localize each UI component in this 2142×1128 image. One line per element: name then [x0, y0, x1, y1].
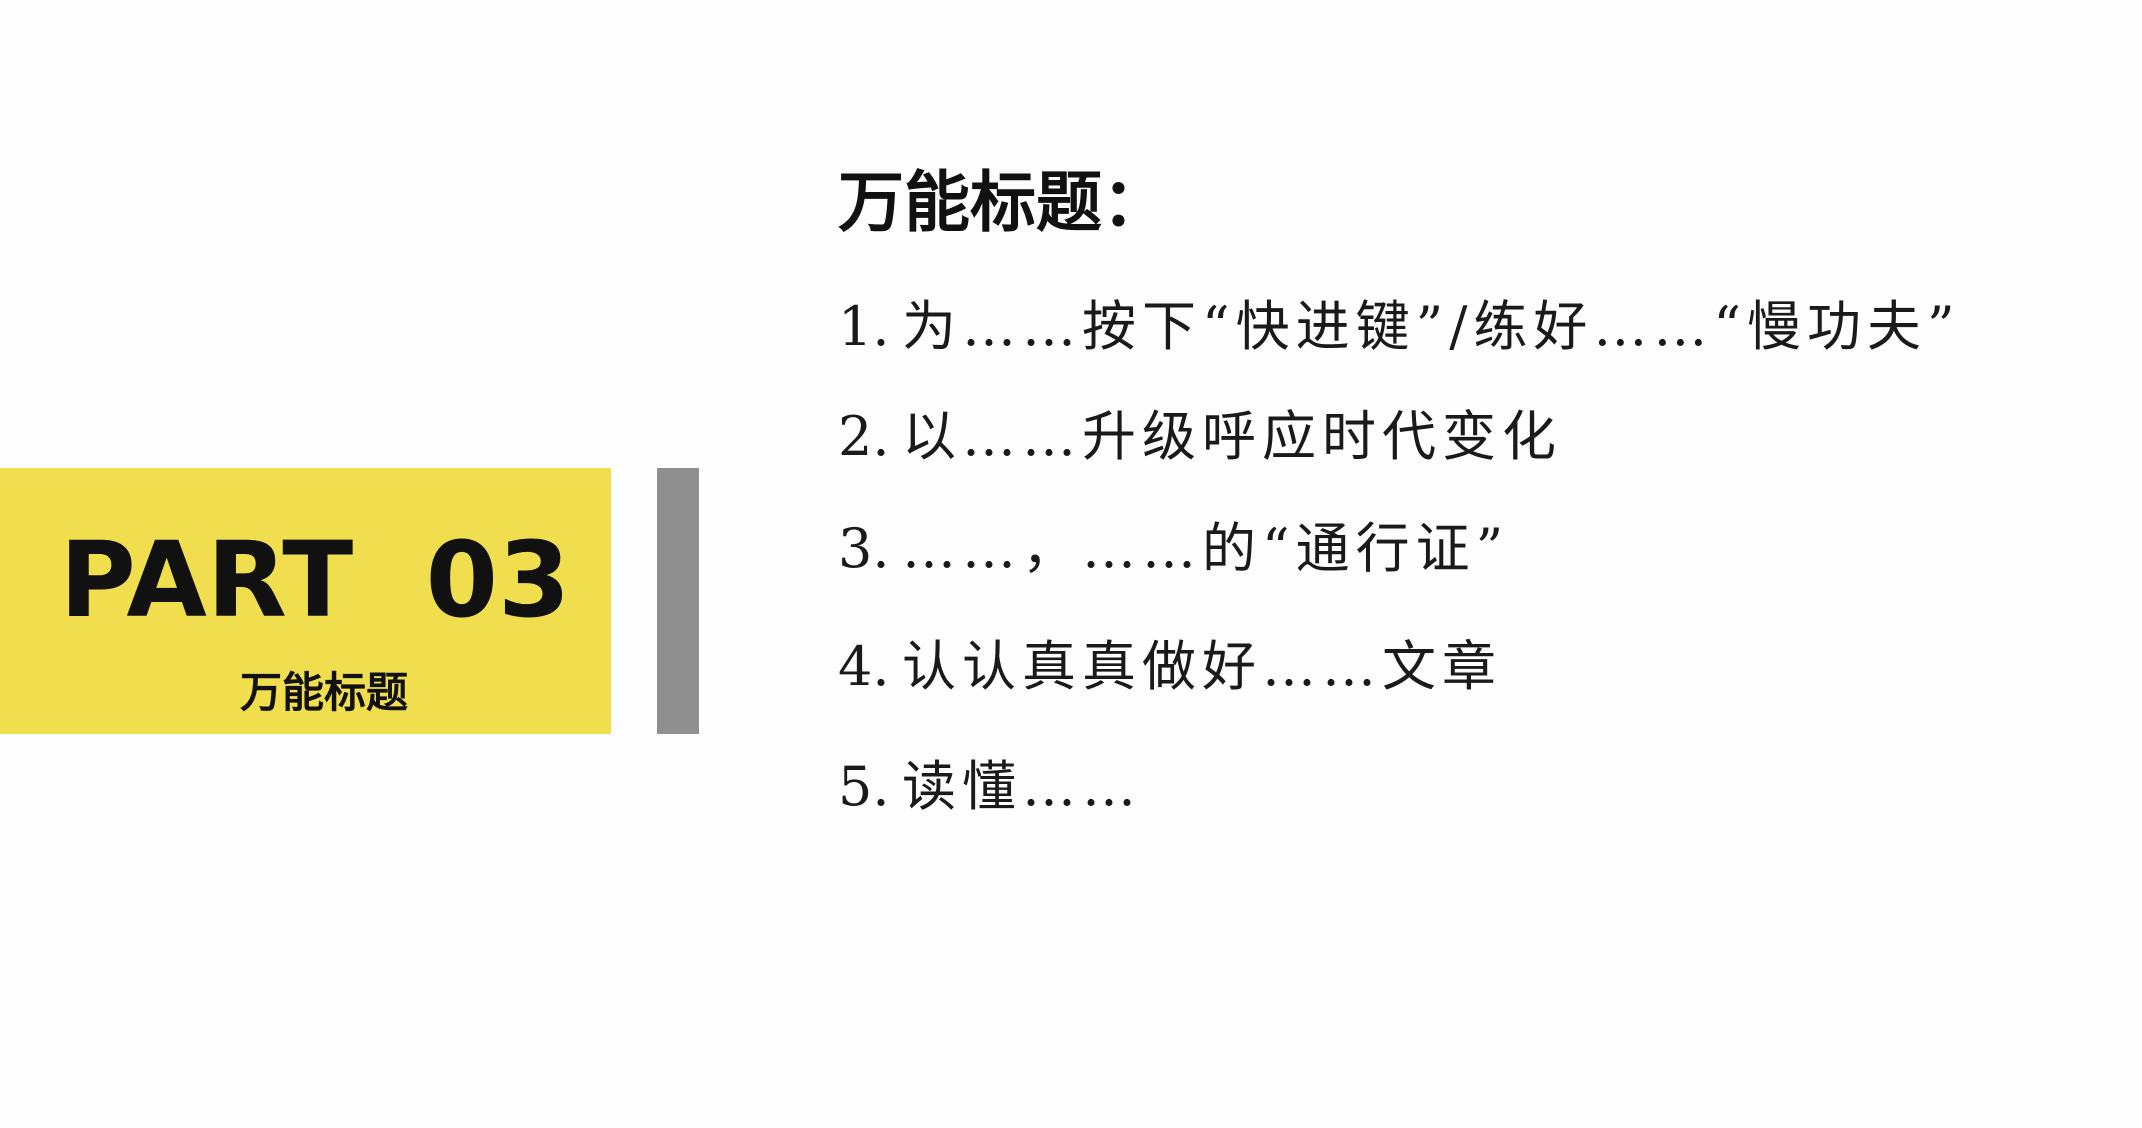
list-item-number: 1.: [838, 295, 890, 358]
part-title-block: PART 03 万能标题: [0, 468, 611, 734]
list-item-number: 3.: [838, 517, 890, 580]
list-item: 4. 认认真真做好……文章: [838, 640, 1502, 694]
list-item-number: 4.: [838, 635, 890, 698]
section-heading: 万能标题：: [838, 164, 1168, 241]
list-item: 2. 以……升级呼应时代变化: [838, 410, 1562, 464]
list-item-number: 2.: [838, 405, 890, 468]
list-item-text: 以……升级呼应时代变化: [902, 405, 1562, 468]
list-item-text: ……，……的“通行证”: [902, 517, 1510, 580]
part-number: PART 03: [59, 519, 571, 641]
list-item: 3. ……，……的“通行证”: [838, 522, 1509, 576]
list-item-number: 5.: [838, 755, 890, 818]
list-item-text: 为……按下“快进键”/练好……“慢功夫”: [902, 295, 1961, 358]
list-item-text: 读懂……: [902, 755, 1142, 818]
part-subtitle: 万能标题: [239, 668, 408, 717]
list-item: 5. 读懂……: [838, 760, 1142, 814]
vertical-divider-bar: [657, 468, 699, 734]
list-item-text: 认认真真做好……文章: [902, 635, 1502, 698]
list-item: 1. 为……按下“快进键”/练好……“慢功夫”: [838, 300, 1961, 354]
